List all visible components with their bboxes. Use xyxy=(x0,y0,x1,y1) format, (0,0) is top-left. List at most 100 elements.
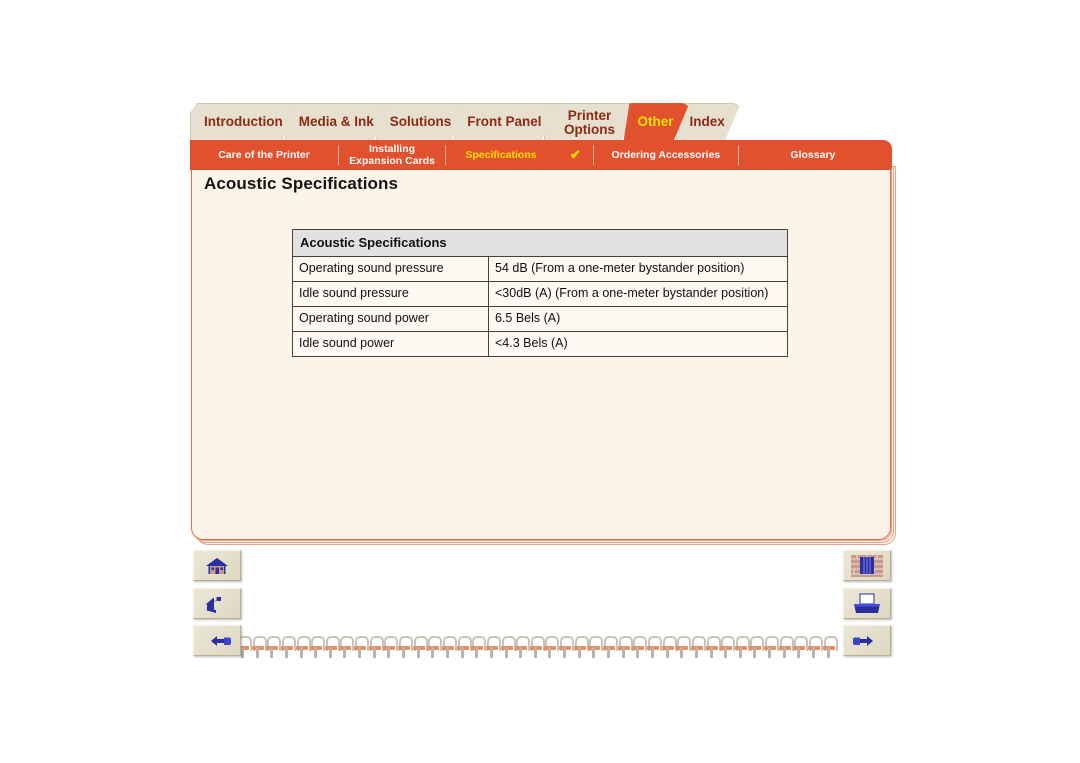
spiral-ring xyxy=(368,636,384,658)
spiral-ring xyxy=(632,636,648,658)
spiral-ring xyxy=(383,636,399,658)
spiral-ring xyxy=(310,636,326,658)
table-cell-value: <4.3 Bels (A) xyxy=(488,331,788,357)
spiral-ring xyxy=(412,636,428,658)
spiral-ring-clip xyxy=(734,646,747,650)
spiral-ring xyxy=(793,636,809,658)
subnav-label: Glossary xyxy=(790,149,836,161)
subnav-item-glossary[interactable]: Glossary xyxy=(739,140,887,170)
spiral-ring-clip xyxy=(485,646,498,650)
table-cell-label: Idle sound pressure xyxy=(292,281,489,307)
spiral-ring-clip xyxy=(324,646,337,650)
table-cell-value: 6.5 Bels (A) xyxy=(488,306,788,332)
table-header-cell: Acoustic Specifications xyxy=(292,229,788,257)
spiral-ring-clip xyxy=(764,646,777,650)
spiral-ring xyxy=(500,636,516,658)
page-title: Acoustic Specifications xyxy=(204,174,399,193)
spiral-ring xyxy=(661,636,677,658)
subnav-item-specifications[interactable]: Specifications xyxy=(446,140,556,170)
spiral-ring-clip xyxy=(368,646,381,650)
spiral-ring-clip xyxy=(354,646,367,650)
spiral-ring xyxy=(398,636,414,658)
tab-front-panel[interactable]: Front Panel xyxy=(453,103,557,141)
tab-solutions[interactable]: Solutions xyxy=(376,103,468,141)
subnav-item-installing-expansion-cards[interactable]: Installing Expansion Cards xyxy=(339,140,445,170)
tab-label: Media & Ink xyxy=(298,114,374,129)
subnav-label: Care of the Printer xyxy=(218,149,310,161)
spiral-ring xyxy=(720,636,736,658)
tab-introduction[interactable]: Introduction xyxy=(190,103,299,141)
table-cell-label: Idle sound power xyxy=(292,331,489,357)
spiral-ring-clip xyxy=(632,646,645,650)
previous-page-hand-icon xyxy=(202,633,232,649)
subnav-label: Specifications xyxy=(465,149,537,161)
spiral-ring-clip xyxy=(398,646,411,650)
spiral-ring xyxy=(764,636,780,658)
acoustic-specifications-table: Acoustic Specifications Operating sound … xyxy=(292,229,788,357)
table-cell-value: 54 dB (From a one-meter bystander positi… xyxy=(488,256,788,282)
spiral-ring-clip xyxy=(441,646,454,650)
spiral-ring xyxy=(485,636,501,658)
table-cell-label: Operating sound pressure xyxy=(292,256,489,282)
tab-media-and-ink[interactable]: Media & Ink xyxy=(285,103,390,141)
subnav-item-ordering-accessories[interactable]: Ordering Accessories xyxy=(594,140,738,170)
tab-label: Solutions xyxy=(389,114,452,129)
spiral-ring xyxy=(676,636,692,658)
previous-page-button[interactable] xyxy=(193,625,241,656)
home-button[interactable] xyxy=(193,550,241,581)
spiral-ring-clip xyxy=(676,646,689,650)
print-button[interactable] xyxy=(843,588,891,619)
spiral-ring-clip xyxy=(690,646,703,650)
spiral-ring-clip xyxy=(266,646,279,650)
tab-printer-options[interactable]: Printer Options xyxy=(544,103,638,141)
sub-navigation-bar: Care of the Printer Installing Expansion… xyxy=(190,140,892,170)
spiral-ring xyxy=(807,636,823,658)
table-cell-value: <30dB (A) (From a one-meter bystander po… xyxy=(488,281,788,307)
spiral-ring xyxy=(822,636,838,658)
spiral-ring xyxy=(324,636,340,658)
spiral-ring-clip xyxy=(544,646,557,650)
spiral-ring xyxy=(544,636,560,658)
spiral-ring-clip xyxy=(588,646,601,650)
spiral-ring-clip xyxy=(705,646,718,650)
spiral-ring-clip xyxy=(749,646,762,650)
main-tab-bar: Introduction Media & Ink Solutions Front… xyxy=(190,101,741,141)
active-section-check-icon: ✔ xyxy=(570,147,581,162)
tab-label: Printer Options xyxy=(564,108,616,137)
spiral-ring-clip xyxy=(427,646,440,650)
spiral-ring xyxy=(559,636,575,658)
spiral-ring xyxy=(266,636,282,658)
next-page-button[interactable] xyxy=(843,625,891,656)
spiral-ring xyxy=(471,636,487,658)
spiral-ring-clip xyxy=(529,646,542,650)
help-viewer-window: Introduction Media & Ink Solutions Front… xyxy=(0,0,1080,763)
spiral-ring-clip xyxy=(778,646,791,650)
printer-icon xyxy=(852,593,882,615)
spiral-ring xyxy=(646,636,662,658)
spiral-ring xyxy=(280,636,296,658)
spiral-ring-clip xyxy=(500,646,513,650)
next-page-hand-icon xyxy=(852,633,882,649)
spiral-ring xyxy=(588,636,604,658)
spiral-ring-clip xyxy=(295,646,308,650)
spiral-ring-clip xyxy=(807,646,820,650)
spiral-ring xyxy=(515,636,531,658)
spiral-ring-clip xyxy=(280,646,293,650)
spiral-ring xyxy=(749,636,765,658)
home-icon xyxy=(204,556,230,576)
spiral-ring xyxy=(690,636,706,658)
subnav-item-care-of-the-printer[interactable]: Care of the Printer xyxy=(190,140,338,170)
tab-label: Index xyxy=(689,114,725,129)
spiral-ring-clip xyxy=(822,646,835,650)
back-button[interactable] xyxy=(193,588,241,619)
back-arrow-icon xyxy=(203,594,231,614)
spiral-ring-clip xyxy=(661,646,674,650)
spiral-ring-clip xyxy=(515,646,528,650)
table-row: Operating sound power 6.5 Bels (A) xyxy=(292,306,788,332)
spiral-ring-clip xyxy=(646,646,659,650)
spiral-ring-clip xyxy=(456,646,469,650)
spiral-ring-clip xyxy=(793,646,806,650)
spiral-ring xyxy=(427,636,443,658)
spiral-ring xyxy=(705,636,721,658)
index-button[interactable] xyxy=(843,550,891,581)
